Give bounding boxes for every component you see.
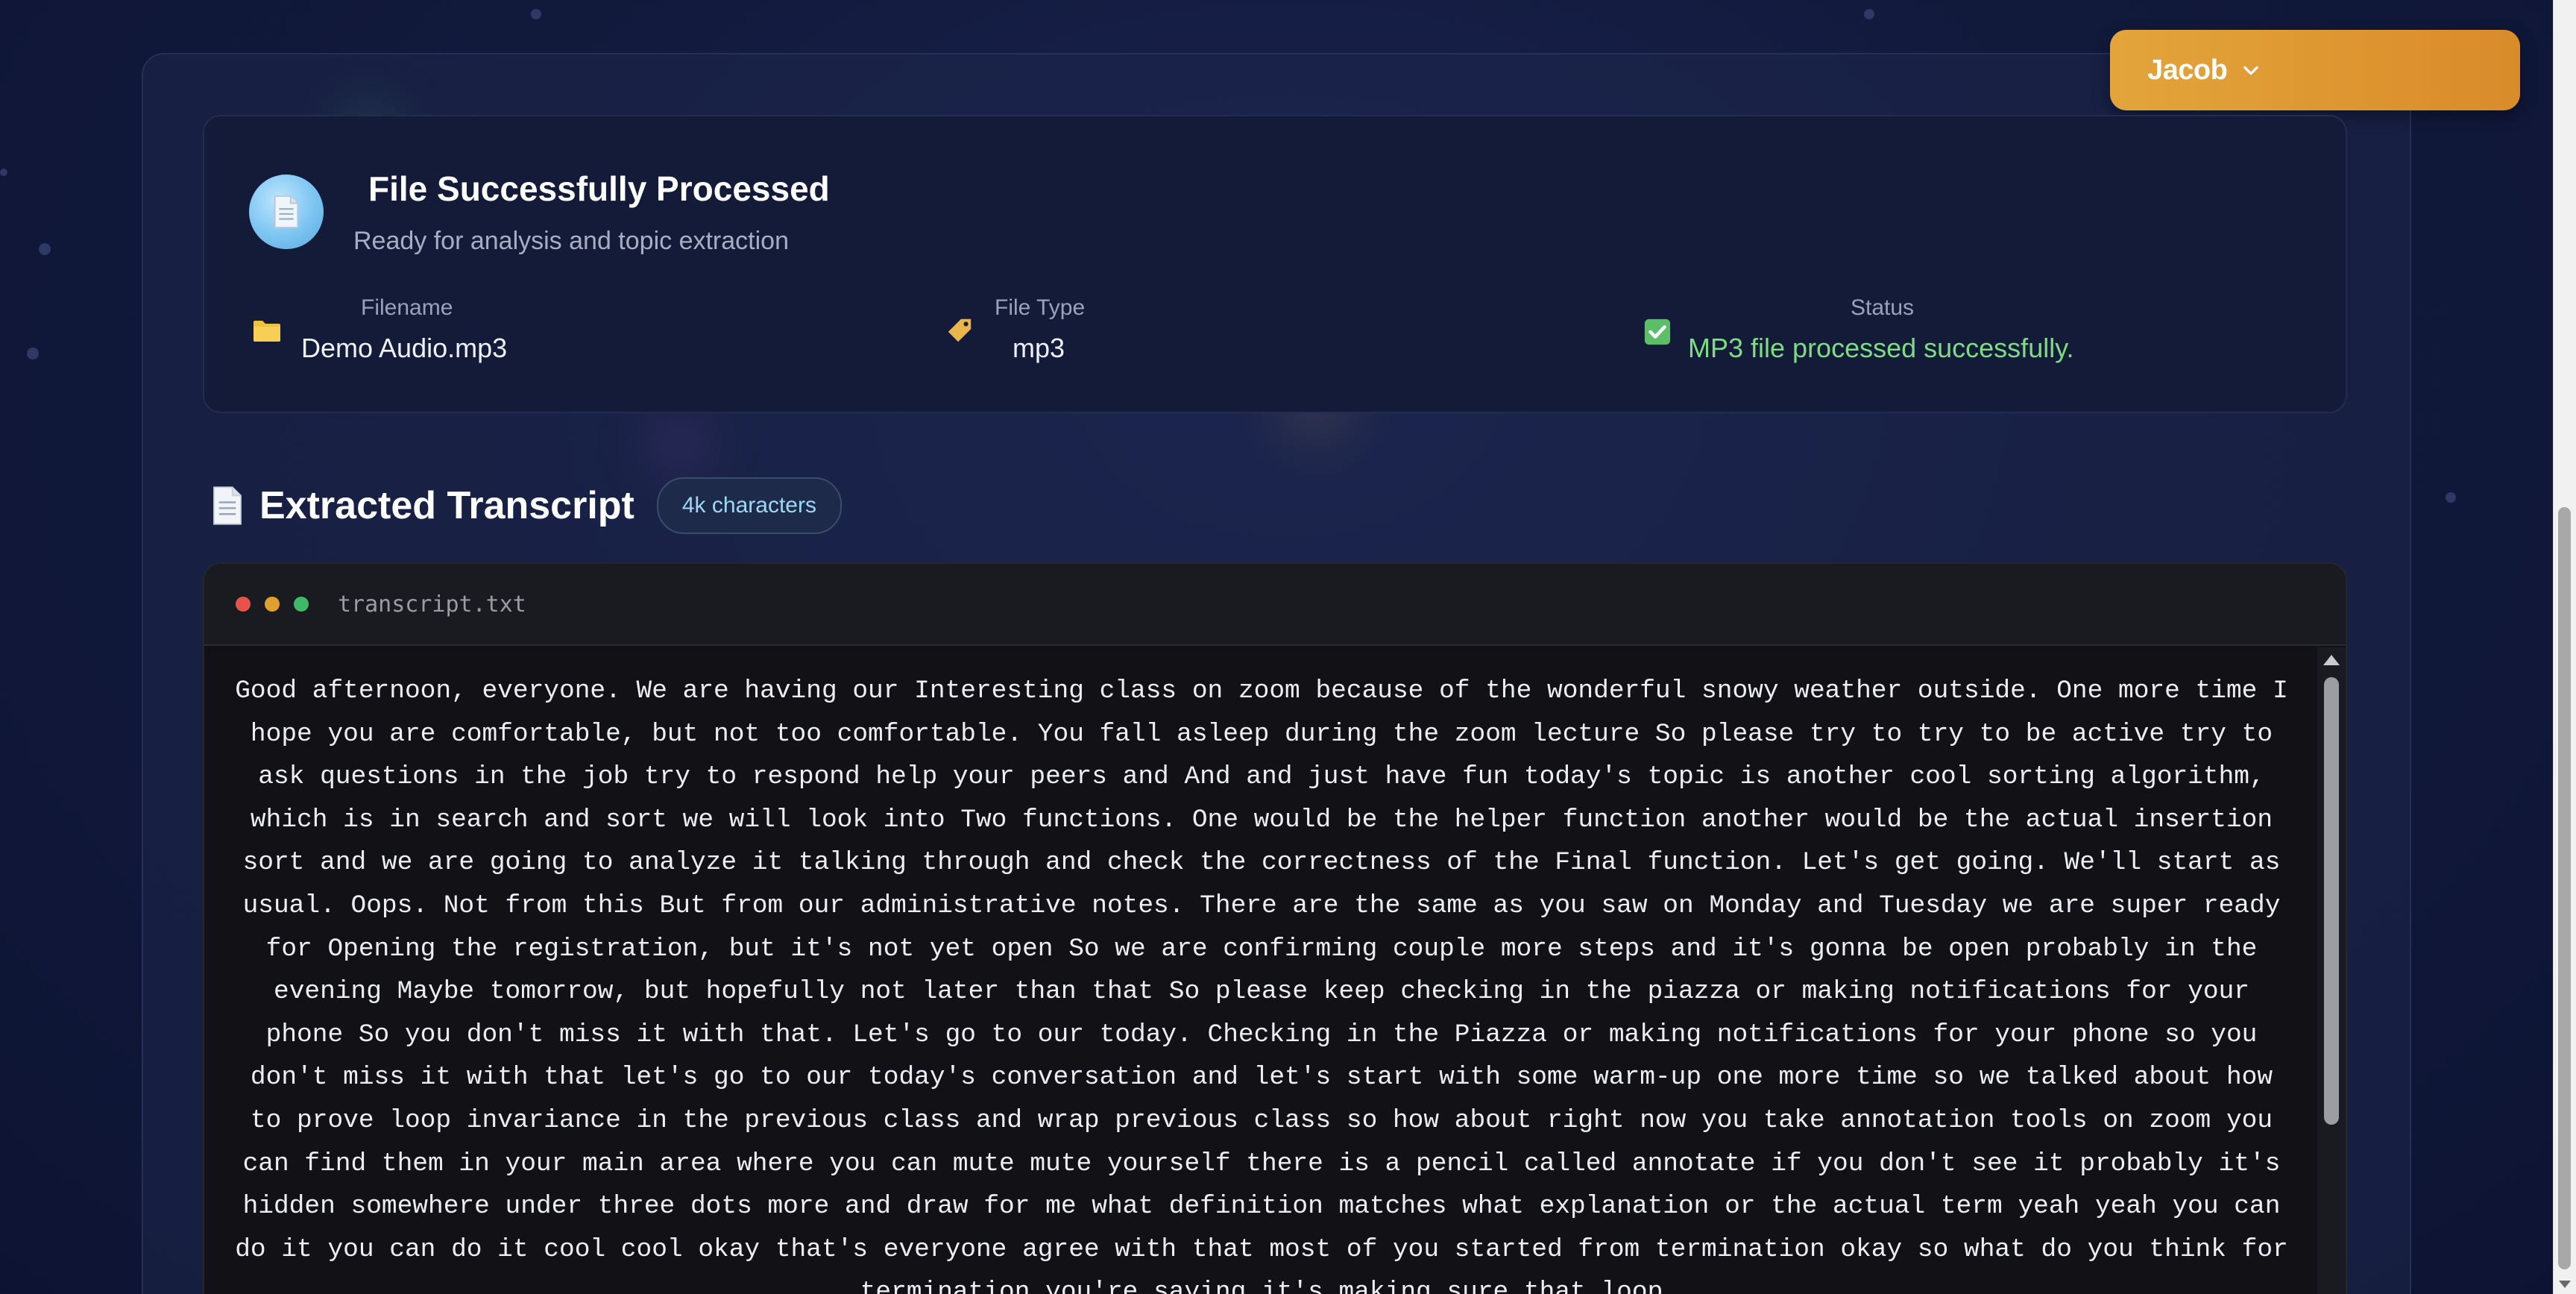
scroll-down-arrow[interactable] xyxy=(2559,1281,2571,1288)
transcript-filename: transcript.txt xyxy=(338,591,526,618)
window-maximize-dot xyxy=(294,597,309,612)
document-icon xyxy=(210,486,245,526)
file-status-subtitle: Ready for analysis and topic extraction xyxy=(353,227,789,255)
transcript-scrollbar[interactable] xyxy=(2317,647,2346,1294)
scroll-up-arrow[interactable] xyxy=(2323,655,2340,665)
status-value: MP3 file processed successfully. xyxy=(1688,333,2074,363)
window-minimize-dot xyxy=(265,597,280,612)
transcript-text[interactable]: Good afternoon, everyone. We are having … xyxy=(204,647,2319,1294)
folder-icon xyxy=(252,318,282,343)
transcript-window-header: transcript.txt xyxy=(204,564,2346,646)
file-type-label: File Type xyxy=(995,295,1086,320)
page-scroll-thumb[interactable] xyxy=(2558,507,2571,1269)
background-dot xyxy=(1864,9,1874,19)
checkbox-check-icon xyxy=(1643,318,1672,346)
background-dot xyxy=(531,9,541,19)
user-name: Jacob xyxy=(2147,54,2228,86)
transcript-title: Extracted Transcript xyxy=(259,484,634,527)
page-scrollbar[interactable] xyxy=(2553,0,2576,1294)
background-dot xyxy=(39,243,51,255)
user-menu-button[interactable]: Jacob xyxy=(2110,30,2520,110)
transcript-window: transcript.txt Good afternoon, everyone.… xyxy=(203,562,2347,1294)
document-icon xyxy=(249,175,324,249)
chevron-down-icon xyxy=(2240,60,2261,81)
transcript-scroll-thumb[interactable] xyxy=(2324,677,2339,1125)
transcript-section-header: Extracted Transcript 4k characters xyxy=(210,476,842,535)
status-label: Status xyxy=(1851,295,1915,320)
filename-label: Filename xyxy=(361,295,453,320)
character-count-badge: 4k characters xyxy=(656,477,842,534)
background-dot xyxy=(27,348,39,359)
file-type-value: mp3 xyxy=(1013,333,1065,363)
background-dot xyxy=(2446,492,2456,503)
background-dot xyxy=(0,169,7,176)
window-close-dot xyxy=(236,597,251,612)
tag-icon xyxy=(945,316,974,345)
file-status-title: File Successfully Processed xyxy=(368,169,830,208)
filename-value: Demo Audio.mp3 xyxy=(301,333,508,363)
file-status-card: File Successfully Processed Ready for an… xyxy=(203,115,2347,413)
